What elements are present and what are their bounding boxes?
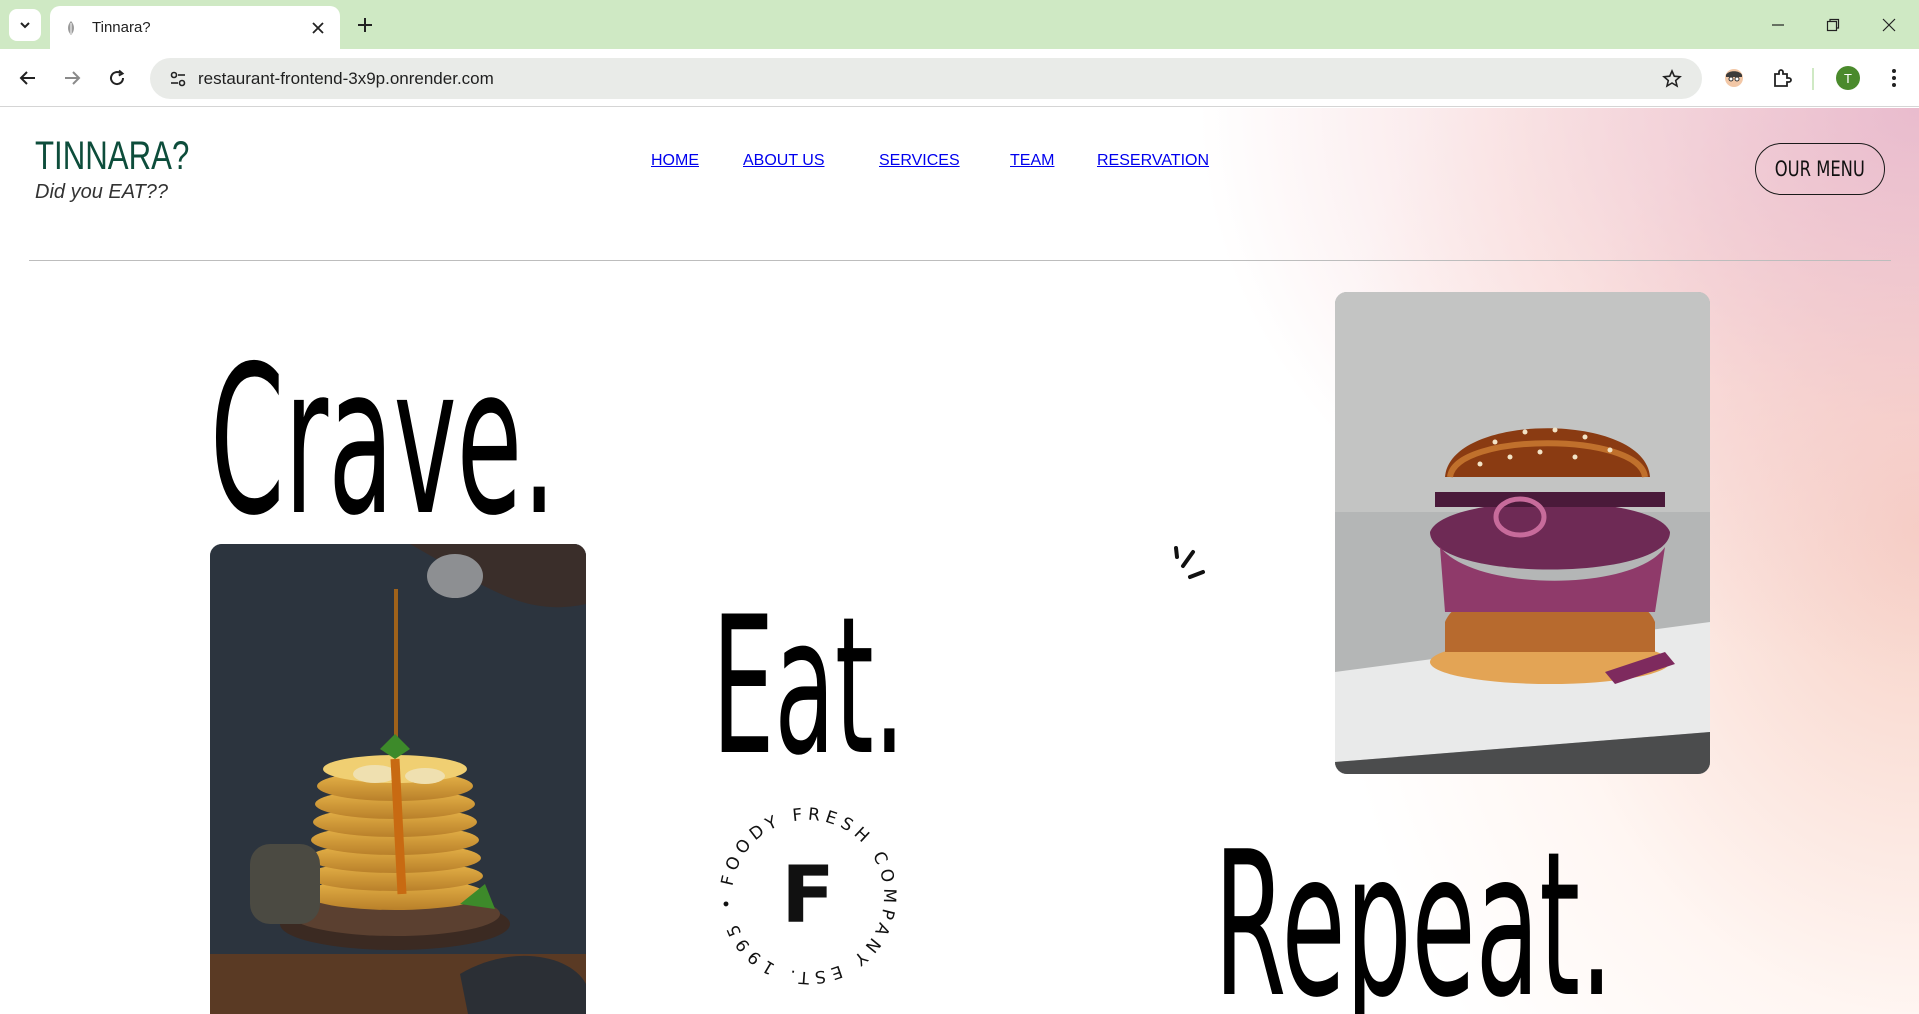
minimize-icon [1772,23,1784,26]
hero-word-crave: Crave. [210,323,557,561]
address-bar[interactable]: restaurant-frontend-3x9p.onrender.com [150,58,1702,99]
forward-button[interactable] [56,62,88,94]
chevron-down-icon [20,22,30,29]
toolbar-separator [1812,68,1814,90]
plus-icon [358,18,372,32]
hero-word-eat: Eat. [712,576,906,797]
url-text[interactable]: restaurant-frontend-3x9p.onrender.com [198,69,1652,89]
our-menu-button[interactable]: OUR MENU [1755,143,1885,195]
restore-icon [1826,18,1840,31]
web-page: TINNARA? Did you EAT?? HOME ABOUT US SER… [0,108,1919,1014]
header-divider [29,260,1891,261]
leaf-favicon-icon [62,19,80,37]
nav-home[interactable]: HOME [651,152,699,170]
stamp-letter: F [781,851,834,941]
brand-subtitle: Did you EAT?? [35,181,169,203]
burger-photo [1335,292,1710,774]
nav-services[interactable]: SERVICES [879,152,960,170]
back-button[interactable] [12,62,44,94]
nav-about-us[interactable]: ABOUT US [743,152,825,170]
profile-avatar[interactable]: T [1836,66,1860,90]
foody-stamp-badge: FOODY FRESH COMPANY EST. 1995 • F [717,805,895,988]
nav-team[interactable]: TEAM [1010,152,1054,170]
star-icon[interactable] [1652,58,1692,99]
brand-logo[interactable]: TINNARA? Did you EAT?? [35,134,233,204]
sparkle-icon [1174,546,1205,579]
hero-word-repeat: Repeat. [1214,809,1614,1014]
extension-face-icon[interactable] [1718,62,1750,94]
tab-title: Tinnara? [92,19,151,36]
tune-icon[interactable] [158,58,198,99]
minimize-button[interactable] [1751,0,1805,49]
window-close-button[interactable] [1862,0,1916,49]
reload-icon [110,69,125,86]
tab-search-button[interactable] [9,9,41,41]
back-arrow-icon [19,71,35,85]
browser-tab-active[interactable]: Tinnara? [50,6,340,49]
nav-reservation[interactable]: RESERVATION [1097,152,1209,170]
browser-toolbar: restaurant-frontend-3x9p.onrender.com [0,49,1919,107]
brand-title: TINNARA? [35,134,190,178]
puzzle-icon[interactable] [1766,62,1798,94]
kebab-menu-icon[interactable] [1878,62,1910,94]
our-menu-label: OUR MENU [1774,157,1866,181]
new-tab-button[interactable] [351,11,379,39]
browser-tab-strip: Tinnara? [0,0,1919,49]
pancake-photo [210,544,586,1014]
reload-button[interactable] [101,62,133,94]
window-close-icon [1882,18,1896,31]
forward-arrow-icon [65,71,81,85]
close-icon[interactable] [308,18,328,38]
restore-button[interactable] [1806,0,1860,49]
